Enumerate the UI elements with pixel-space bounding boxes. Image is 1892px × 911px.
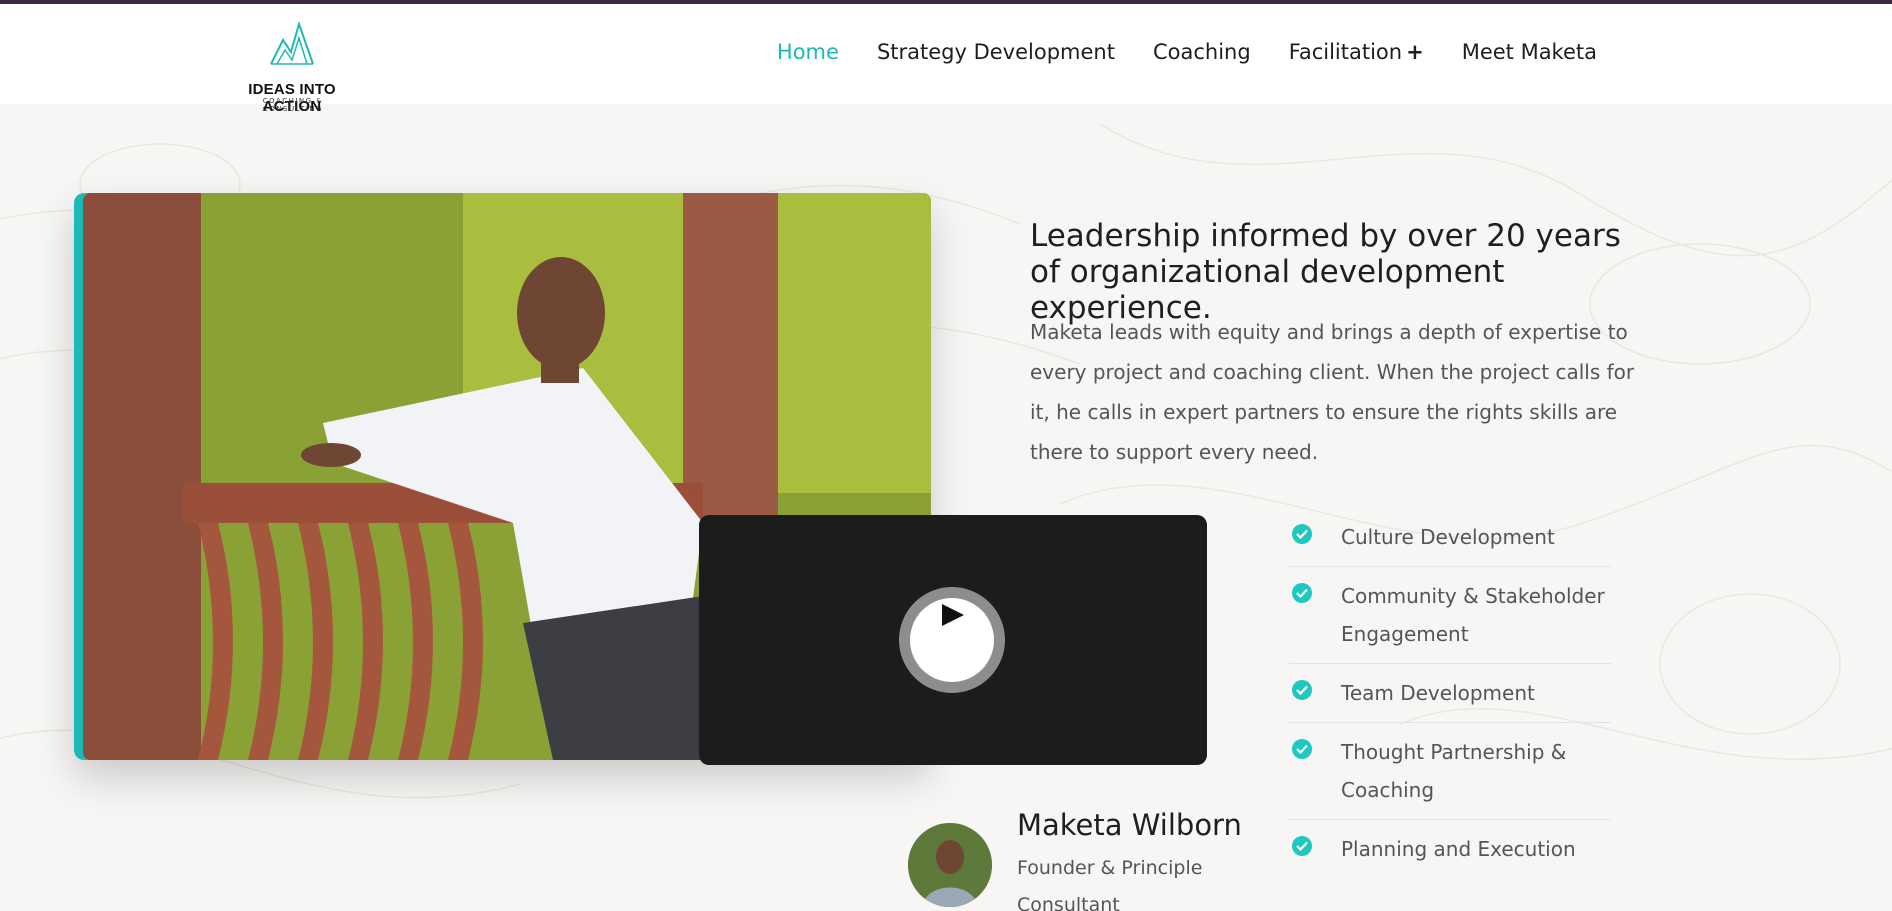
service-label: Thought Partnership & Coaching xyxy=(1341,740,1567,802)
list-item: Community & Stakeholder Engagement xyxy=(1289,567,1611,664)
service-label: Culture Development xyxy=(1341,525,1555,549)
check-circle-icon xyxy=(1292,524,1312,544)
profile-name: Maketa Wilborn xyxy=(1017,808,1242,842)
site-header: IDEAS INTO ACTION COACHING & CONSULTING … xyxy=(0,4,1892,115)
check-circle-icon xyxy=(1292,739,1312,759)
list-item: Thought Partnership & Coaching xyxy=(1289,723,1611,820)
nav-item-meet-maketa[interactable]: Meet Maketa xyxy=(1462,40,1597,64)
services-list: Culture Development Community & Stakehol… xyxy=(1289,508,1611,878)
play-button[interactable] xyxy=(899,587,1005,693)
nav-item-coaching[interactable]: Coaching xyxy=(1153,40,1251,64)
play-icon xyxy=(942,604,964,626)
mountain-logo-icon xyxy=(270,20,314,65)
expand-plus-icon: + xyxy=(1406,40,1424,64)
nav-item-home[interactable]: Home xyxy=(777,40,839,64)
profile-role: Founder & Principle Consultant xyxy=(1017,857,1203,911)
check-circle-icon xyxy=(1292,836,1312,856)
list-item: Planning and Execution xyxy=(1289,820,1611,878)
check-circle-icon xyxy=(1292,680,1312,700)
service-label: Community & Stakeholder Engagement xyxy=(1341,584,1605,646)
hero-lead-text: Maketa leads with equity and brings a de… xyxy=(1030,320,1635,464)
nav-item-facilitation[interactable]: Facilitation + xyxy=(1289,40,1424,64)
service-label: Planning and Execution xyxy=(1341,837,1576,861)
avatar xyxy=(908,823,992,907)
check-circle-icon xyxy=(1292,583,1312,603)
service-label: Team Development xyxy=(1341,681,1535,705)
list-item: Culture Development xyxy=(1289,508,1611,567)
hero-headline: Leadership informed by over 20 years of … xyxy=(1030,218,1621,326)
video-player[interactable] xyxy=(699,515,1207,765)
list-item: Team Development xyxy=(1289,664,1611,723)
nav-item-strategy-development[interactable]: Strategy Development xyxy=(877,40,1115,64)
nav-item-facilitation-label: Facilitation xyxy=(1288,40,1403,64)
main-nav: Home Strategy Development Coaching Facil… xyxy=(777,40,1597,64)
site-logo[interactable]: IDEAS INTO ACTION COACHING & CONSULTING xyxy=(221,18,363,115)
